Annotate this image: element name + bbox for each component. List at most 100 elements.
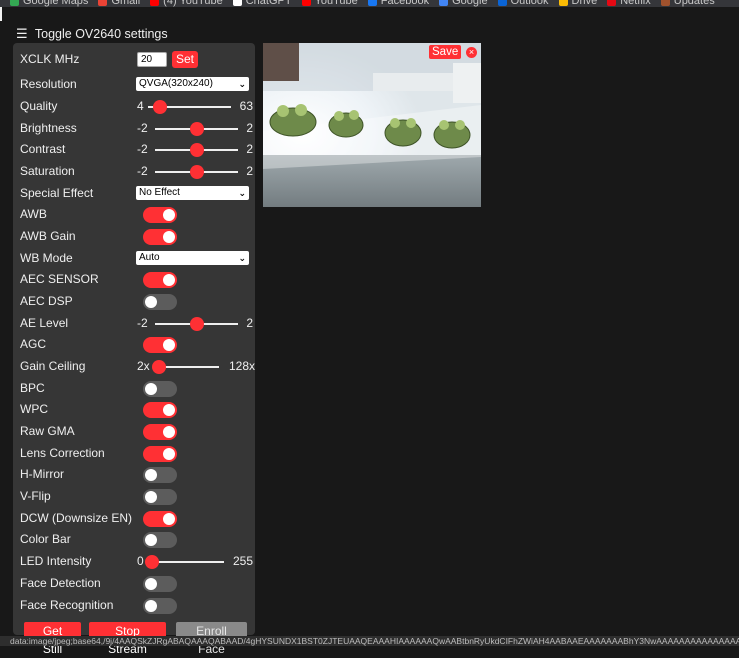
- bookmark-item[interactable]: (4) YouTube: [150, 0, 223, 7]
- led-intensity-slider-thumb[interactable]: [145, 555, 159, 569]
- led-intensity-slider-track[interactable]: [148, 561, 224, 563]
- ae-level-slider-thumb[interactable]: [189, 317, 204, 331]
- wpc-toggle[interactable]: [143, 402, 177, 418]
- awb-row: AWB: [13, 204, 255, 226]
- bookmark-item[interactable]: Netflix: [607, 0, 651, 7]
- color-bar-row: Color Bar: [13, 529, 255, 551]
- saturation-row: Saturation -2 2: [13, 161, 255, 183]
- toggle-knob: [163, 426, 175, 438]
- bookmark-label: (4) YouTube: [163, 0, 223, 7]
- contrast-slider-thumb[interactable]: [189, 143, 204, 157]
- bpc-label: BPC: [20, 381, 45, 395]
- raw-gma-row: Raw GMA: [13, 421, 255, 443]
- awb-label: AWB: [20, 207, 47, 221]
- bpc-row: BPC: [13, 378, 255, 400]
- special-effect-value: No Effect: [139, 187, 180, 198]
- lens-correction-label: Lens Correction: [20, 446, 105, 460]
- vflip-toggle[interactable]: [143, 489, 177, 505]
- ae-level-label: AE Level: [20, 316, 69, 330]
- dcw-toggle[interactable]: [143, 511, 177, 527]
- bookmark-item[interactable]: YouTube: [301, 0, 358, 7]
- awb-toggle[interactable]: [143, 207, 177, 223]
- led-intensity-row: LED Intensity 0 255: [13, 551, 255, 573]
- settings-header[interactable]: ☰ Toggle OV2640 settings: [16, 26, 168, 42]
- brightness-max: 2: [246, 121, 253, 135]
- vflip-label: V-Flip: [20, 489, 51, 503]
- bookmark-item[interactable]: Drive: [558, 0, 597, 7]
- color-bar-toggle[interactable]: [143, 532, 177, 548]
- face-detection-toggle[interactable]: [143, 576, 177, 592]
- toggle-knob: [145, 534, 157, 546]
- bpc-toggle[interactable]: [143, 381, 177, 397]
- wpc-label: WPC: [20, 402, 48, 416]
- awb-gain-label: AWB Gain: [20, 229, 76, 243]
- bookmark-favicon-icon: [497, 0, 507, 6]
- brightness-label: Brightness: [20, 121, 77, 135]
- special-effect-label: Special Effect: [20, 186, 94, 200]
- toggle-knob: [163, 339, 175, 351]
- led-intensity-label: LED Intensity: [20, 554, 92, 568]
- gain-ceiling-label: Gain Ceiling: [20, 359, 86, 373]
- wpc-row: WPC: [13, 399, 255, 421]
- aec-sensor-toggle[interactable]: [143, 272, 177, 288]
- bookmark-item[interactable]: Gmail: [98, 0, 140, 7]
- toggle-knob: [163, 448, 175, 460]
- bookmark-favicon-icon: [301, 0, 311, 6]
- wb-mode-select[interactable]: Auto ⌄: [136, 251, 249, 265]
- special-effect-select[interactable]: No Effect ⌄: [136, 186, 249, 200]
- vflip-row: V-Flip: [13, 486, 255, 508]
- wb-mode-value: Auto: [139, 252, 160, 263]
- bookmark-item[interactable]: Updates: [660, 0, 715, 7]
- resolution-row: Resolution QVGA(320x240) ⌄: [13, 74, 255, 96]
- toggle-knob: [163, 209, 175, 221]
- status-bar-url: data:image/jpeg;base64,/9j/4AAQSkZJRgABA…: [0, 636, 739, 646]
- ae-level-min: -2: [137, 316, 148, 330]
- ae-level-row: AE Level -2 2: [13, 313, 255, 335]
- xclk-input[interactable]: 20: [137, 52, 167, 67]
- menu-icon[interactable]: ☰: [16, 26, 28, 41]
- bookmark-favicon-icon: [558, 0, 568, 6]
- stream-frame-illustration: [263, 43, 481, 207]
- quality-slider-thumb[interactable]: [152, 100, 167, 114]
- window-edge: [0, 7, 2, 21]
- chevron-down-icon: ⌄: [238, 188, 246, 198]
- close-icon[interactable]: ×: [466, 47, 477, 58]
- saturation-slider-thumb[interactable]: [189, 165, 204, 179]
- awb-gain-toggle[interactable]: [143, 229, 177, 245]
- bookmark-label: YouTube: [314, 0, 358, 7]
- settings-title: Toggle OV2640 settings: [34, 27, 168, 41]
- aec-dsp-toggle[interactable]: [143, 294, 177, 310]
- gain-ceiling-row: Gain Ceiling 2x 128x: [13, 356, 255, 378]
- brightness-slider-thumb[interactable]: [189, 122, 204, 136]
- toggle-knob: [163, 231, 175, 243]
- dcw-row: DCW (Downsize EN): [13, 508, 255, 530]
- aec-dsp-row: AEC DSP: [13, 291, 255, 313]
- bookmark-item[interactable]: Google Maps: [10, 0, 88, 7]
- gain-ceiling-slider-thumb[interactable]: [152, 360, 166, 374]
- hmirror-toggle[interactable]: [143, 467, 177, 483]
- face-recognition-label: Face Recognition: [20, 598, 114, 612]
- resolution-select[interactable]: QVGA(320x240) ⌄: [136, 77, 249, 91]
- bookmark-favicon-icon: [439, 0, 449, 6]
- bookmark-item[interactable]: Google: [439, 0, 488, 7]
- bookmark-item[interactable]: ChatGPT: [232, 0, 292, 7]
- resolution-label: Resolution: [20, 77, 77, 91]
- save-button[interactable]: Save: [429, 45, 462, 59]
- bookmark-favicon-icon: [660, 0, 670, 6]
- bookmark-item[interactable]: Facebook: [367, 0, 429, 7]
- quality-max: 63: [239, 99, 253, 113]
- bookmark-label: Outlook: [510, 0, 549, 7]
- toggle-knob: [163, 274, 175, 286]
- brightness-row: Brightness -2 2: [13, 118, 255, 140]
- brightness-min: -2: [137, 121, 148, 135]
- aec-sensor-label: AEC SENSOR: [20, 272, 99, 286]
- raw-gma-toggle[interactable]: [143, 424, 177, 440]
- bookmark-item[interactable]: Outlook: [497, 0, 549, 7]
- bookmark-label: Google Maps: [23, 0, 89, 7]
- agc-toggle[interactable]: [143, 337, 177, 353]
- face-recognition-toggle[interactable]: [143, 598, 177, 614]
- lens-correction-toggle[interactable]: [143, 446, 177, 462]
- awb-gain-row: AWB Gain: [13, 226, 255, 248]
- xclk-row: XCLK MHz 20 Set: [13, 49, 255, 71]
- xclk-set-button[interactable]: Set: [172, 51, 199, 68]
